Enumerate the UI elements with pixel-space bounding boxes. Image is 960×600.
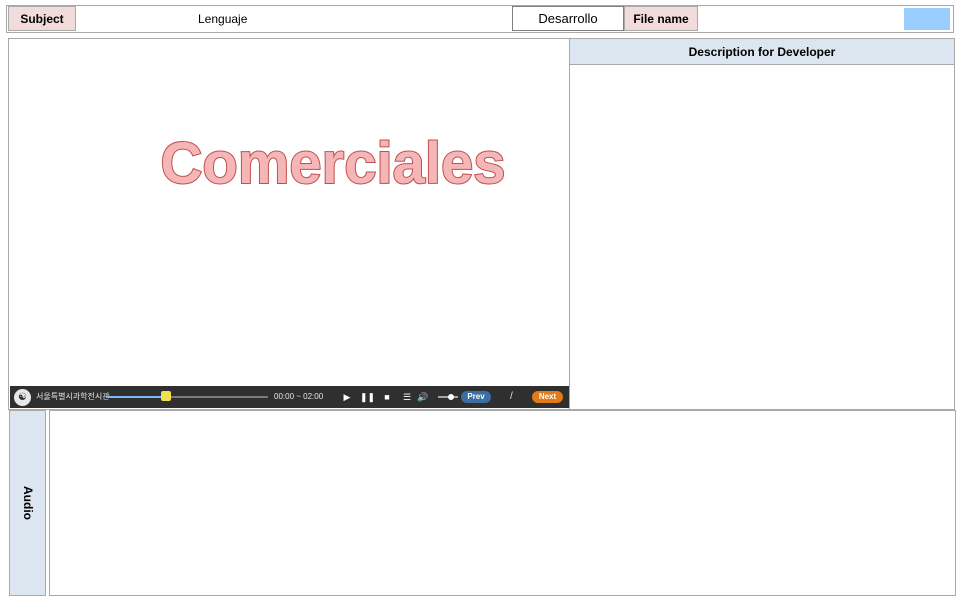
stop-icon[interactable]: ■ bbox=[380, 390, 394, 404]
progress-handle[interactable] bbox=[160, 391, 171, 401]
progress-track[interactable] bbox=[106, 391, 268, 401]
volume-icon[interactable]: 🔊 bbox=[416, 390, 430, 404]
museum-logo-icon: ☯ bbox=[14, 389, 31, 406]
content-stage bbox=[8, 38, 570, 410]
organization-name: 서울특별시과학전시관 bbox=[36, 392, 110, 401]
time-display: 00:00 ~ 02:00 bbox=[274, 392, 324, 401]
slide-title-text: Comerciales bbox=[161, 131, 506, 196]
next-button[interactable]: Next bbox=[532, 391, 563, 403]
subject-value: Lenguaje bbox=[198, 11, 248, 26]
prev-button[interactable]: Prev bbox=[461, 391, 491, 403]
description-body bbox=[570, 66, 954, 409]
file-name-label: File name bbox=[624, 6, 698, 31]
media-player-bar: ☯ 서울특별시과학전시관 00:00 ~ 02:00 ▶ ❚❚ ■ ☰ 🔊 Pr… bbox=[10, 386, 569, 408]
audio-label-cell: Audio bbox=[9, 410, 46, 596]
description-heading: Description for Developer bbox=[570, 39, 954, 65]
volume-knob[interactable] bbox=[448, 394, 454, 400]
audio-content bbox=[49, 410, 956, 596]
pause-icon[interactable]: ❚❚ bbox=[360, 390, 375, 404]
progress-fill bbox=[106, 396, 166, 398]
slide-title: Comerciales bbox=[8, 118, 656, 208]
color-swatch bbox=[904, 8, 950, 30]
menu-icon[interactable]: ☰ bbox=[400, 390, 414, 404]
subject-label: Subject bbox=[8, 6, 76, 31]
play-icon[interactable]: ▶ bbox=[340, 390, 354, 404]
page-separator: / bbox=[510, 391, 513, 402]
unit-value: Desarrollo bbox=[512, 6, 624, 31]
audio-label: Audio bbox=[20, 486, 35, 520]
